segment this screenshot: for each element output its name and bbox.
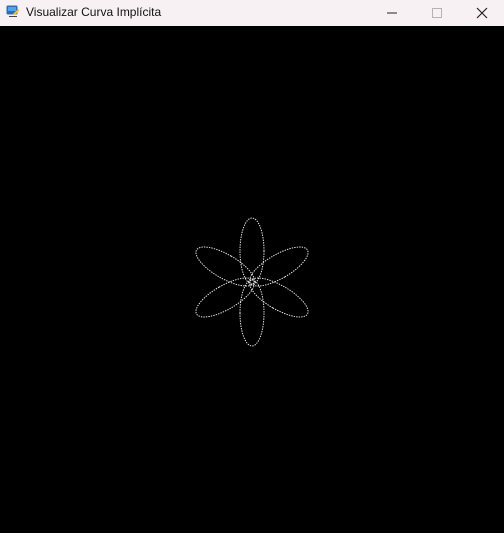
python-app-icon <box>6 5 20 19</box>
maximize-button[interactable] <box>414 0 459 26</box>
window-controls <box>369 0 504 26</box>
close-icon <box>476 7 487 19</box>
curve-outline <box>195 217 309 347</box>
maximize-icon <box>431 8 442 18</box>
flower-petal-6 <box>195 246 255 287</box>
minimize-button[interactable] <box>369 0 414 26</box>
curve-canvas[interactable] <box>0 26 504 533</box>
implicit-curve-window: Visualizar Curva Implícita <box>0 0 504 533</box>
close-button[interactable] <box>459 0 504 26</box>
minimize-icon <box>386 12 397 14</box>
implicit-curve-plot <box>195 217 309 347</box>
flower-petal-3 <box>249 277 309 318</box>
flower-petal-2 <box>249 246 309 287</box>
window-title: Visualizar Curva Implícita <box>26 5 162 19</box>
flower-petal-5 <box>195 277 255 318</box>
window-titlebar[interactable]: Visualizar Curva Implícita <box>0 0 504 26</box>
